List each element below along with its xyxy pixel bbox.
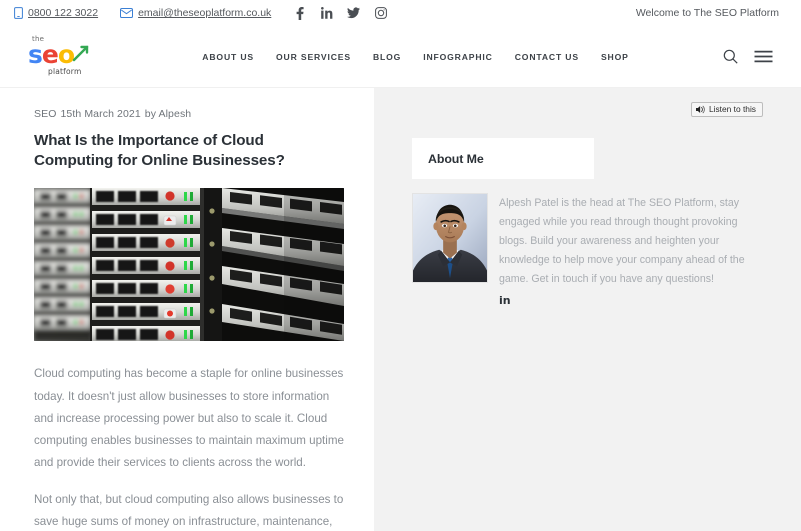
nav-item-contact-us[interactable]: CONTACT US xyxy=(504,52,590,62)
topbar-social-links xyxy=(293,6,387,20)
site-logo[interactable]: the seo platform xyxy=(22,34,98,80)
top-utility-bar: 0800 122 3022 email@theseoplatform.co.uk xyxy=(0,0,801,26)
twitter-icon[interactable] xyxy=(347,7,361,20)
about-me-bio: Alpesh Patel is the head at The SEO Plat… xyxy=(499,193,763,311)
listen-button-label: Listen to this xyxy=(708,104,756,114)
nav-item-shop[interactable]: SHOP xyxy=(590,52,640,62)
logo-platform-text: platform xyxy=(48,66,82,76)
speaker-icon xyxy=(695,105,705,114)
article-hero-image xyxy=(34,188,344,342)
envelope-icon xyxy=(120,8,134,18)
nav-item-infographic[interactable]: INFOGRAPHIC xyxy=(412,52,504,62)
primary-navigation: ABOUT US OUR SERVICES BLOG INFOGRAPHIC C… xyxy=(108,52,723,62)
about-me-body: Alpesh Patel is the head at The SEO Plat… xyxy=(412,193,763,311)
article-paragraph-2: Not only that, but cloud computing also … xyxy=(34,492,344,528)
logo-letter-e: e xyxy=(41,39,59,69)
listen-button-wrap: Listen to this xyxy=(412,102,763,118)
article-date: 15th March 2021 xyxy=(60,108,141,120)
alpesh-patel-portrait xyxy=(413,194,487,283)
page-content: SEO 15th March 2021 by Alpesh What Is the … xyxy=(0,88,801,531)
facebook-icon[interactable] xyxy=(293,6,306,20)
topbar-left-group: 0800 122 3022 email@theseoplatform.co.uk xyxy=(14,6,636,20)
sidebar: Listen to this About Me Alpesh Patel is … xyxy=(374,88,801,531)
listen-to-this-button[interactable]: Listen to this xyxy=(690,102,763,118)
phone-icon xyxy=(14,7,23,19)
page-root: 0800 122 3022 email@theseoplatform.co.uk xyxy=(0,0,801,531)
welcome-message: Welcome to The SEO Platform xyxy=(635,7,779,19)
phone-number: 0800 122 3022 xyxy=(28,7,99,19)
phone-link[interactable]: 0800 122 3022 xyxy=(14,7,98,19)
logo-letter-s: s xyxy=(28,39,43,69)
email-link[interactable]: email@theseoplatform.co.uk xyxy=(120,7,271,19)
logo-growth-arrow-icon xyxy=(71,43,91,63)
article-category[interactable]: SEO xyxy=(34,108,56,120)
email-address: email@theseoplatform.co.uk xyxy=(138,7,272,19)
linkedin-label: in xyxy=(499,294,511,308)
about-me-heading: About Me xyxy=(428,152,484,167)
article-meta: SEO 15th March 2021 by Alpesh xyxy=(34,108,344,120)
logo-seo-text: seo xyxy=(28,39,75,69)
avatar xyxy=(412,193,488,284)
article-paragraph-1: Cloud computing has become a staple for … xyxy=(34,367,344,470)
article-main-column: SEO 15th March 2021 by Alpesh What Is the … xyxy=(0,88,374,531)
search-icon[interactable] xyxy=(723,49,738,64)
nav-item-blog[interactable]: BLOG xyxy=(362,52,412,62)
instagram-icon[interactable] xyxy=(374,7,387,20)
about-me-bio-text: Alpesh Patel is the head at The SEO Plat… xyxy=(499,197,745,285)
nav-item-about-us[interactable]: ABOUT US xyxy=(191,52,265,62)
linkedin-icon[interactable]: in xyxy=(499,291,763,311)
article-byline: by Alpesh xyxy=(144,108,192,120)
page-title: What Is the Importance of Cloud Computin… xyxy=(34,132,285,170)
nav-item-our-services[interactable]: OUR SERVICES xyxy=(265,52,362,62)
about-me-widget: About Me xyxy=(412,138,594,180)
server-rack-illustration xyxy=(34,188,344,342)
site-header: the seo platform ABOUT US OUR SERVICES B… xyxy=(0,26,801,88)
hamburger-menu-icon[interactable] xyxy=(754,50,773,63)
linkedin-icon[interactable] xyxy=(320,7,333,20)
header-tools xyxy=(723,49,787,64)
